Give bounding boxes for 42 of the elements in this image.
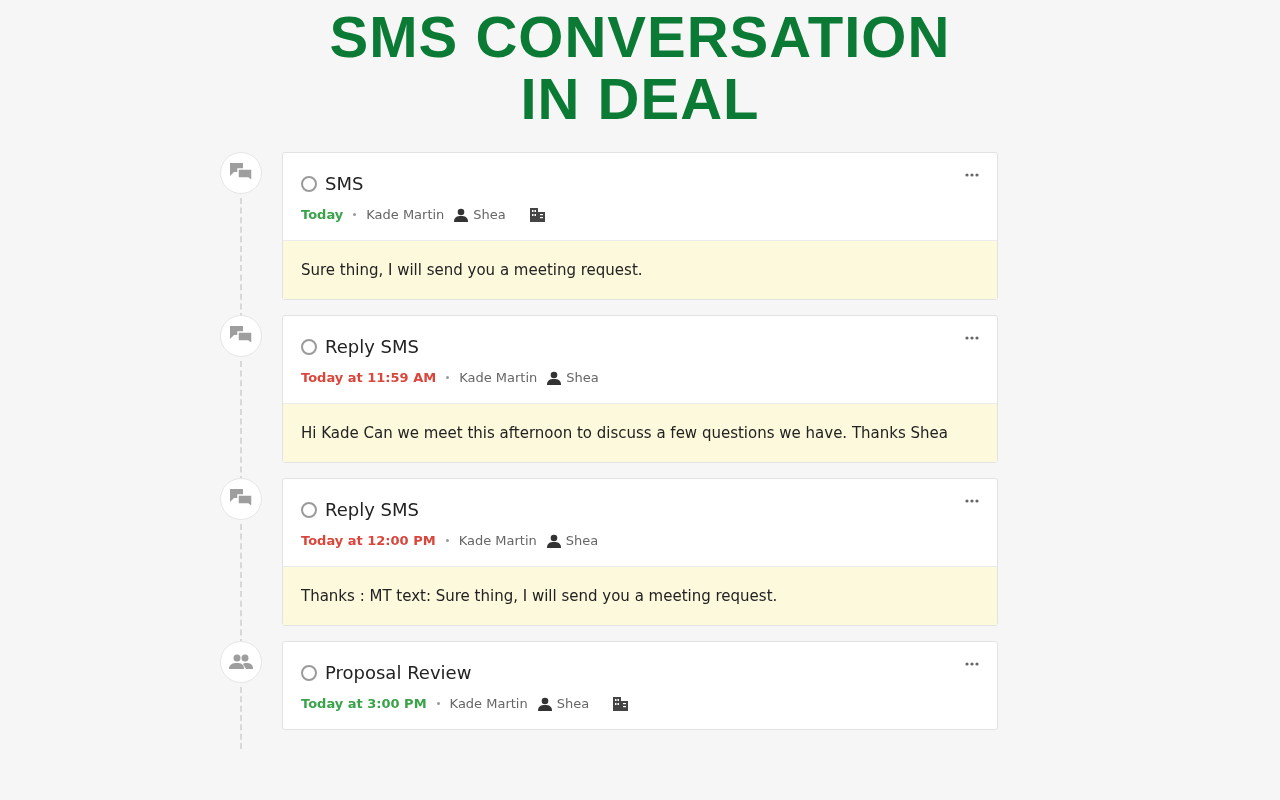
done-checkbox[interactable]	[301, 175, 317, 192]
owner-name: Kade Martin	[449, 696, 528, 711]
activity-title[interactable]: Proposal Review	[325, 662, 472, 683]
due-date: Today at 11:59 AM	[301, 370, 437, 385]
separator-dot	[436, 702, 440, 705]
done-checkbox[interactable]	[301, 338, 317, 355]
message-text: Thanks : MT text: Sure thing, I will send you a meeting request.	[283, 566, 997, 625]
activity-title[interactable]: Reply SMS	[325, 336, 419, 357]
person-icon	[454, 207, 469, 222]
owner-name: Kade Martin	[458, 533, 537, 548]
separator-dot	[446, 376, 450, 379]
chat-icon	[230, 326, 252, 346]
separator-dot	[445, 539, 449, 542]
due-date: Today	[301, 207, 344, 222]
due-date: Today at 12:00 PM	[301, 533, 436, 548]
message-text: Hi Kade Can we meet this afternoon to discuss a few questions we have. Thanks Shea	[283, 403, 997, 462]
owner-name: Kade Martin	[459, 370, 538, 385]
chat-icon	[230, 163, 252, 183]
contact-name[interactable]: Shea	[556, 696, 590, 711]
person-icon	[537, 696, 552, 711]
more-icon[interactable]	[965, 173, 979, 177]
separator-dot	[353, 213, 357, 216]
person-icon	[546, 533, 561, 548]
building-icon[interactable]	[613, 696, 629, 711]
building-icon[interactable]	[529, 207, 545, 222]
more-icon[interactable]	[965, 499, 979, 503]
activity-title[interactable]: SMS	[325, 173, 364, 194]
person-icon	[547, 370, 562, 385]
message-text: Sure thing, I will send you a meeting request.	[283, 240, 997, 299]
done-checkbox[interactable]	[301, 501, 317, 518]
owner-name: Kade Martin	[366, 207, 445, 222]
contact-name[interactable]: Shea	[473, 207, 506, 222]
contact-name[interactable]: Shea	[565, 533, 599, 548]
more-icon[interactable]	[965, 662, 979, 666]
page-title: SMS CONVERSATION IN DEAL	[329, 6, 951, 130]
activity-title[interactable]: Reply SMS	[325, 499, 419, 520]
people-icon	[229, 654, 253, 670]
more-icon[interactable]	[965, 336, 979, 340]
contact-name[interactable]: Shea	[566, 370, 599, 385]
due-date: Today at 3:00 PM	[301, 696, 427, 711]
done-checkbox[interactable]	[301, 664, 317, 681]
chat-icon	[230, 489, 252, 509]
